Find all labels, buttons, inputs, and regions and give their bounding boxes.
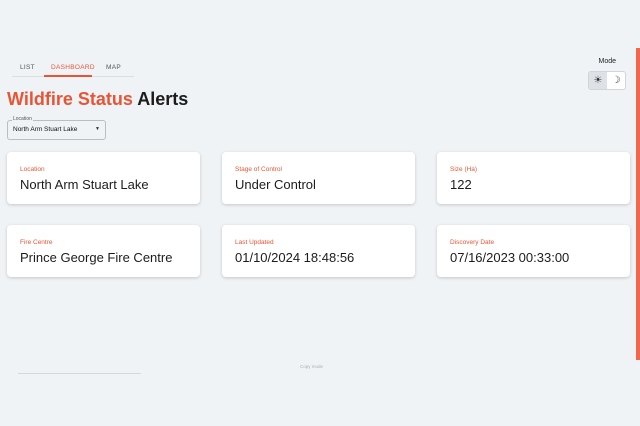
- card-value: 01/10/2024 18:48:56: [235, 250, 355, 265]
- footer-text: Copy mode: [300, 364, 324, 369]
- card-label: Last Updated: [235, 239, 274, 246]
- page-title-accent: Wildfire Status: [7, 89, 133, 109]
- tab-list[interactable]: LIST: [20, 64, 35, 71]
- card-value: Prince George Fire Centre: [20, 250, 173, 265]
- card-stage-of-control: Stage of Control Under Control: [222, 152, 415, 204]
- card-fire-centre: Fire Centre Prince George Fire Centre: [7, 225, 200, 277]
- card-size: Size (Ha) 122: [437, 152, 630, 204]
- location-select-label: Location: [12, 116, 33, 122]
- nav-tabs: LIST DASHBOARD MAP: [12, 60, 134, 77]
- scrollbar[interactable]: [636, 48, 640, 360]
- mode-label: Mode: [598, 58, 616, 65]
- chevron-down-icon: ▼: [95, 126, 100, 132]
- card-last-updated: Last Updated 01/10/2024 18:48:56: [222, 225, 415, 277]
- tab-dashboard[interactable]: DASHBOARD: [51, 64, 95, 71]
- card-value: 07/16/2023 00:33:00: [450, 250, 570, 265]
- tab-map[interactable]: MAP: [106, 64, 121, 71]
- footer-divider: [18, 373, 141, 374]
- location-select[interactable]: Location North Arm Stuart Lake ▼: [7, 116, 106, 140]
- light-mode-button[interactable]: ☀: [589, 72, 607, 89]
- card-label: Size (Ha): [450, 166, 478, 173]
- card-label: Stage of Control: [235, 166, 282, 173]
- card-value: Under Control: [235, 177, 316, 192]
- location-select-value: North Arm Stuart Lake: [13, 126, 78, 133]
- card-label: Fire Centre: [20, 239, 53, 246]
- mode-toggle: ☀ ☽: [588, 71, 626, 90]
- sun-icon: ☀: [593, 75, 603, 86]
- active-tab-indicator: [44, 75, 92, 77]
- dark-mode-button[interactable]: ☽: [607, 72, 625, 89]
- card-location: Location North Arm Stuart Lake: [7, 152, 200, 204]
- card-value: 122: [450, 177, 472, 192]
- card-value: North Arm Stuart Lake: [20, 177, 149, 192]
- card-discovery-date: Discovery Date 07/16/2023 00:33:00: [437, 225, 630, 277]
- page-title-rest: Alerts: [137, 89, 189, 109]
- card-label: Location: [20, 166, 45, 173]
- moon-icon: ☽: [611, 75, 621, 86]
- card-label: Discovery Date: [450, 239, 495, 246]
- page-title: Wildfire Status Alerts: [7, 89, 188, 110]
